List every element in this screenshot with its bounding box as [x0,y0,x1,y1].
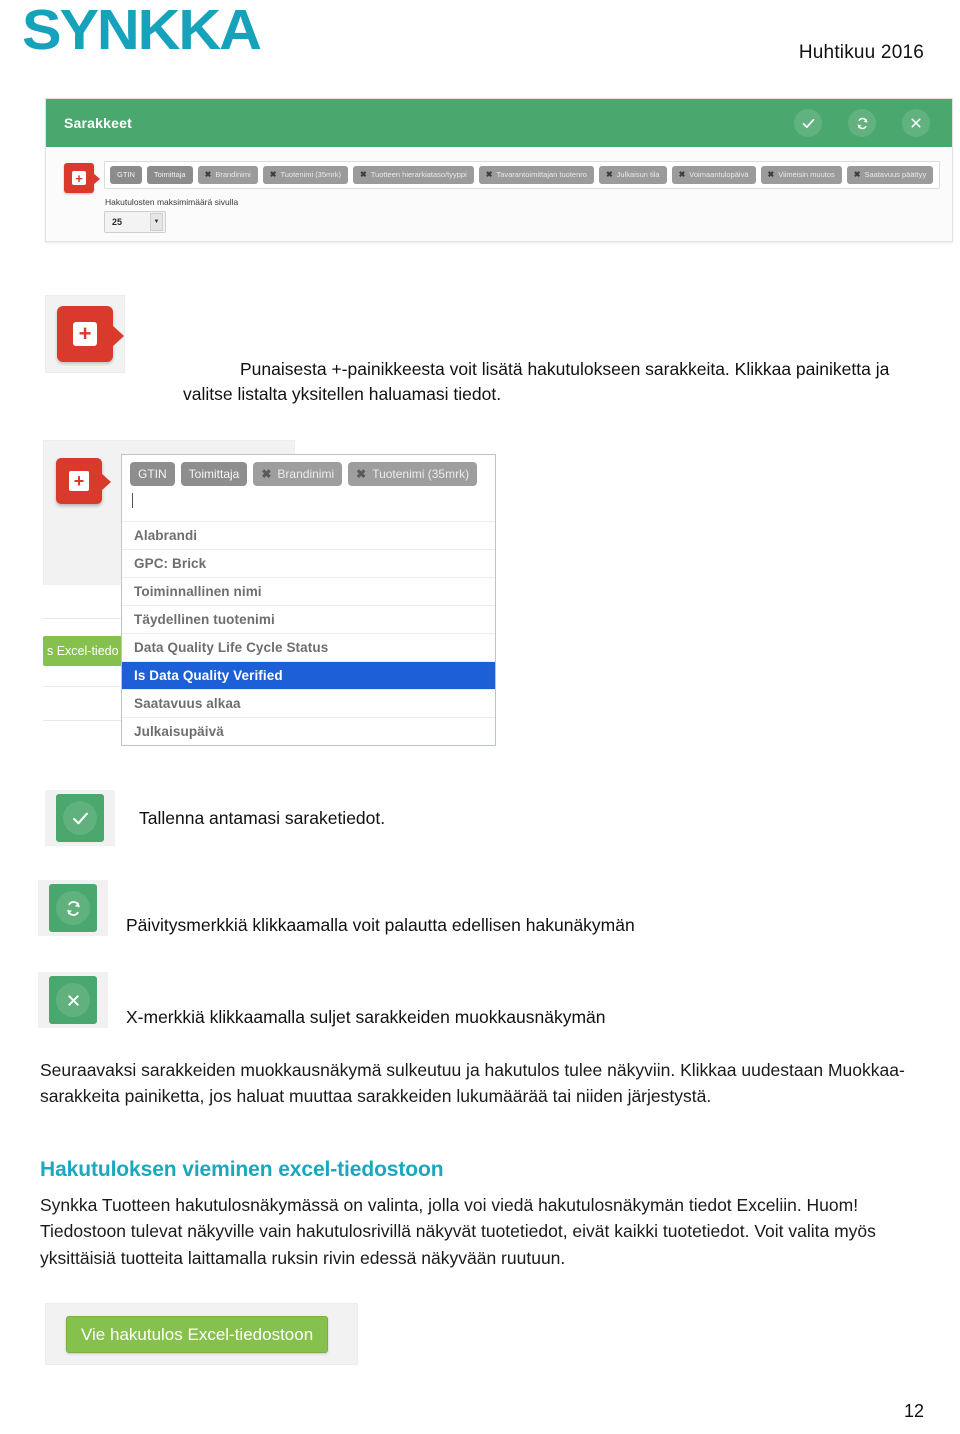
column-chip[interactable]: ✖ Tuotteen hierarkiataso/tyyppi [353,166,474,184]
close-icon[interactable] [902,109,930,137]
chip-label: Viimeisin muutos [778,170,835,180]
chip-label: Toimittaja [188,467,240,481]
remove-chip-icon[interactable]: ✖ [768,171,775,179]
dropdown-option[interactable]: Julkaisupäivä [122,717,495,745]
header-date: Huhtikuu 2016 [798,42,924,63]
dropdown-option[interactable]: Is Data Quality Verified [122,661,495,689]
callout-save-text: Tallenna antamasi saraketiedot. [139,807,386,828]
dropdown-option[interactable]: GPC: Brick [122,549,495,577]
chip-label: Julkaisun tila [616,170,660,180]
callout-refresh: Päivitysmerkkiä klikkaamalla voit palaut… [38,880,928,938]
panel-body: + GTIN Toimittaja ✖ Brandinimi ✖ Tuotenimi (3… [46,147,952,243]
add-column-button[interactable]: + [56,458,111,504]
red-plus-icon-card: + [45,295,125,373]
refresh-button-illustration [49,884,97,932]
export-to-excel-button[interactable]: Vie hakutulos Excel-tiedostoon [66,1315,329,1353]
remove-chip-icon[interactable]: ✖ [360,171,367,179]
sarakkeet-panel-screenshot: Sarakkeet + GTIN Toimittaja ✖ Brandinimi… [45,98,953,242]
panel-title: Sarakkeet [64,115,132,131]
column-chip[interactable]: ✖ Voimaantulopäivä [671,166,756,184]
remove-chip-icon[interactable]: ✖ [486,171,493,179]
refresh-icon[interactable] [848,109,876,137]
callout-close-text: X-merkkiä klikkaamalla suljet sarakkeide… [126,1007,606,1027]
refresh-icon-card [38,880,108,936]
close-button-illustration [49,976,97,1024]
chip-label: Brandinimi [215,170,251,180]
chip-label: Saatavuus päättyy [864,170,927,180]
remove-chip-icon[interactable]: ✖ [261,468,271,480]
remove-chip-icon[interactable]: ✖ [679,171,686,179]
dropdown-option[interactable]: Data Quality Life Cycle Status [122,633,495,661]
remove-chip-icon[interactable]: ✖ [205,171,212,179]
chip-label: GTIN [117,170,135,180]
plus-icon: + [72,171,86,185]
dropdown-option[interactable]: Toiminnallinen nimi [122,577,495,605]
chip-label: Tavarantoimittajan tuotenro [496,170,587,180]
close-icon-card [38,972,108,1028]
column-chip[interactable]: Toimittaja [180,462,248,486]
remove-chip-icon[interactable]: ✖ [854,171,861,179]
remove-chip-icon[interactable]: ✖ [270,171,277,179]
max-results-select[interactable]: 25 ▼ [104,211,166,233]
chip-label: Toimittaja [153,170,186,180]
column-chip[interactable]: ✖ Brandinimi [253,462,343,486]
dropdown-option[interactable]: Saatavuus alkaa [122,689,495,717]
check-icon[interactable] [794,109,822,137]
chip-label: Brandinimi [277,467,335,481]
column-chip[interactable]: ✖ Tuotenimi (35mrk) [262,166,349,184]
refresh-icon [56,891,90,925]
chip-label: Tuotenimi (35mrk) [372,467,470,481]
paragraph-next-steps: Seuraavaksi sarakkeiden muokkausnäkymä s… [40,1060,905,1106]
plus-icon: + [73,322,97,346]
section-heading-excel-export: Hakutuloksen vieminen excel-tiedostoon [40,1158,444,1181]
text-cursor-icon [132,493,133,508]
document-page: SYNKKA Huhtikuu 2016 Sarakkeet + GTIN To… [0,0,960,1434]
max-results-value: 25 [112,217,123,227]
column-chip[interactable]: ✖ Brandinimi [197,166,258,184]
column-chip[interactable]: GTIN [130,462,175,486]
column-chip[interactable]: ✖ Julkaisun tila [598,166,667,184]
callout-add-column-text: Punaisesta +-painikkeesta voit lisätä ha… [183,359,890,404]
dropdown-option-list[interactable]: Alabrandi GPC: Brick Toiminnallinen nimi Tä… [122,521,495,745]
close-icon [56,983,90,1017]
plus-icon: + [69,471,89,491]
column-chip[interactable]: ✖ Saatavuus päättyy [846,166,934,184]
dropdown-selected-chips[interactable]: GTIN Toimittaja ✖ Brandinimi ✖ Tuotenimi (35m… [122,455,495,491]
dropdown-option[interactable]: Alabrandi [122,521,495,549]
check-icon-card [45,790,115,846]
check-icon [63,801,97,835]
column-chip[interactable]: ✖ Tuotenimi (35mrk) [348,462,478,486]
column-dropdown-screenshot: s Excel-tiedo + GTIN Toimittaja ✖ Brandinim… [43,440,513,746]
export-button-screenshot: Vie hakutulos Excel-tiedostoon [45,1303,358,1365]
callout-close: X-merkkiä klikkaamalla suljet sarakkeide… [38,972,928,1030]
chip-label: Tuotteen hierarkiataso/tyyppi [370,170,467,180]
selected-columns-list[interactable]: GTIN Toimittaja ✖ Brandinimi ✖ Tuotenimi (35m… [104,161,940,189]
panel-actions [794,109,930,137]
callout-save: Tallenna antamasi saraketiedot. [45,790,935,846]
panel-header: Sarakkeet [46,99,952,147]
synkka-logo: SYNKKA [22,0,262,62]
callout-add-column: + Punaisesta +-painikkeesta voit lisätä … [45,295,935,407]
paragraph-excel-export: Synkka Tuotteen hakutulosnäkymässä on va… [40,1195,876,1268]
remove-chip-icon[interactable]: ✖ [356,468,366,480]
add-column-button-illustration: + [57,306,124,362]
chip-label: Tuotenimi (35mrk) [280,170,342,180]
callout-refresh-text: Päivitysmerkkiä klikkaamalla voit palaut… [126,915,635,935]
dropdown-search-input[interactable] [122,491,495,521]
document-header: SYNKKA Huhtikuu 2016 [0,0,960,88]
chevron-down-icon: ▼ [150,213,163,231]
max-results-label: Hakutulosten maksimimäärä sivulla [105,197,239,207]
column-chip[interactable]: GTIN [110,166,142,184]
chip-label: GTIN [138,467,167,481]
add-column-button[interactable]: + [64,163,100,193]
page-number: 12 [903,1401,924,1421]
column-chip[interactable]: Toimittaja [146,166,193,184]
chip-label: Voimaantulopäivä [689,170,749,180]
column-chip[interactable]: ✖ Viimeisin muutos [760,166,842,184]
save-button-illustration [56,794,104,842]
column-chip[interactable]: ✖ Tavarantoimittajan tuotenro [478,166,594,184]
column-dropdown[interactable]: GTIN Toimittaja ✖ Brandinimi ✖ Tuotenimi (35m… [121,454,496,746]
remove-chip-icon[interactable]: ✖ [606,171,613,179]
dropdown-option[interactable]: Täydellinen tuotenimi [122,605,495,633]
